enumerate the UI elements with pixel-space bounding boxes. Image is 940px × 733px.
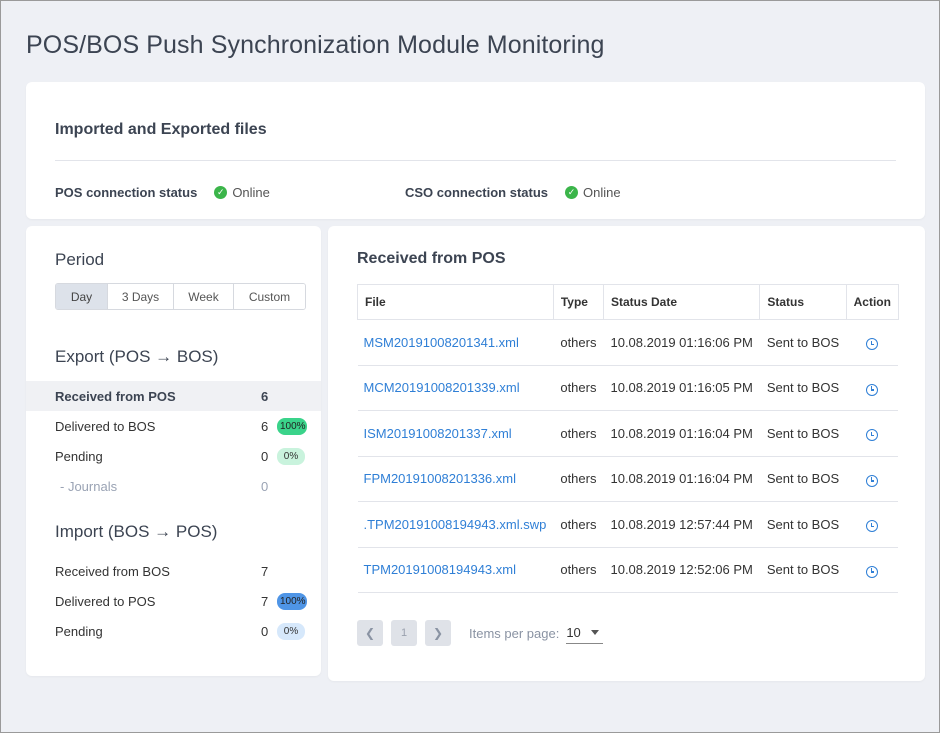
percent-badge: 100% [277,592,307,610]
export-received-row[interactable]: Received from POS 6 [26,381,321,411]
stat-value: 7 [261,593,269,609]
stat-label: Pending [55,448,103,464]
period-custom-button[interactable]: Custom [234,284,305,309]
file-link[interactable]: TPM20191008194943.xml [364,562,517,577]
file-link[interactable]: ISM20191008201337.xml [364,426,512,441]
type-cell: others [553,547,604,593]
files-table: File Type Status Date Status Action MSM2… [357,284,899,593]
stat-label: - Journals [60,478,118,494]
import-pending-row[interactable]: Pending 0 0% [26,616,321,646]
status-cell: Sent to BOS [759,410,847,457]
summary-title: Imported and Exported files [55,121,267,138]
import-delivered-row[interactable]: Delivered to POS 7 100% [26,586,321,616]
status-cell: Sent to BOS [759,501,847,548]
clock-icon[interactable] [866,338,879,351]
status-date-cell: 10.08.2019 12:57:44 PM [603,501,760,548]
type-cell: others [553,365,604,411]
stat-value: 0 [261,448,269,464]
stat-value: 6 [261,418,269,434]
import-title: Import (BOS → POS) [55,522,218,541]
items-per-page-label: Items per page: [469,625,560,641]
stat-value: 6 [261,388,269,404]
percent-badge: 100% [277,417,307,435]
table-row: MCM20191008201339.xml others 10.08.2019 … [357,365,899,411]
pos-connection-value: Online [232,185,270,200]
period-day-button[interactable]: Day [56,284,108,309]
pos-connection-status: POS connection status ✓ Online [55,185,270,200]
column-header-action: Action [845,284,899,320]
export-delivered-row[interactable]: Delivered to BOS 6 100% [26,411,321,441]
type-cell: others [553,319,604,366]
clock-icon[interactable] [866,474,879,487]
status-date-cell: 10.08.2019 01:16:06 PM [603,319,760,366]
stat-label: Pending [55,623,103,639]
type-cell: others [553,501,604,548]
page-title: POS/BOS Push Synchronization Module Moni… [26,31,605,59]
period-title: Period [55,250,105,269]
stat-value: 7 [261,563,269,579]
received-title: Received from POS [357,250,506,267]
stats-card: Period Day 3 Days Week Custom Export (PO… [26,226,321,676]
file-link[interactable]: MSM20191008201341.xml [364,335,519,350]
file-link[interactable]: MCM20191008201339.xml [364,380,520,395]
column-header-file[interactable]: File [357,284,554,320]
column-header-status[interactable]: Status [759,284,847,320]
clock-icon[interactable] [866,429,879,442]
table-row: TPM20191008194943.xml others 10.08.2019 … [357,547,899,593]
export-title: Export (POS → BOS) [55,347,219,366]
stat-label: Received from BOS [55,563,170,579]
table-row: ISM20191008201337.xml others 10.08.2019 … [357,410,899,457]
status-date-cell: 10.08.2019 01:16:04 PM [603,410,760,457]
import-received-row[interactable]: Received from BOS 7 [26,556,321,586]
divider [55,160,896,161]
status-cell: Sent to BOS [759,319,847,366]
export-pending-row[interactable]: Pending 0 0% [26,441,321,471]
next-page-button[interactable]: ❯ [425,620,451,646]
status-date-cell: 10.08.2019 01:16:04 PM [603,456,760,502]
file-link[interactable]: .TPM20191008194943.xml.swp [364,517,547,532]
items-per-page-select[interactable]: 10 [566,623,604,644]
file-link[interactable]: FPM20191008201336.xml [364,471,517,486]
cso-connection-status: CSO connection status ✓ Online [405,185,621,200]
percent-badge: 0% [277,622,305,640]
table-header-row: File Type Status Date Status Action [357,284,899,320]
pagination: ❮ 1 ❯ Items per page: 10 [357,620,604,646]
clock-icon[interactable] [866,520,879,533]
stat-label: Delivered to BOS [55,418,156,434]
summary-card: Imported and Exported files POS connecti… [26,82,925,219]
percent-badge: 0% [277,447,305,465]
stat-label: Received from POS [55,388,176,404]
stat-value: 0 [261,478,269,494]
type-cell: others [553,410,604,457]
table-row: .TPM20191008194943.xml.swp others 10.08.… [357,501,899,548]
chevron-down-icon [591,629,600,635]
table-row: FPM20191008201336.xml others 10.08.2019 … [357,456,899,502]
prev-page-button[interactable]: ❮ [357,620,383,646]
column-header-status-date[interactable]: Status Date [602,284,761,320]
files-card: Received from POS File Type Status Date … [328,226,925,681]
pos-connection-label: POS connection status [55,185,198,200]
items-per-page-value: 10 [566,624,581,640]
column-header-type[interactable]: Type [552,284,604,320]
status-cell: Sent to BOS [759,456,847,502]
export-journals-row[interactable]: - Journals 0 [26,471,321,501]
period-3days-button[interactable]: 3 Days [108,284,174,309]
stat-label: Delivered to POS [55,593,156,609]
type-cell: others [553,456,604,502]
period-week-button[interactable]: Week [174,284,234,309]
status-cell: Sent to BOS [759,547,847,593]
period-selector: Day 3 Days Week Custom [55,283,306,310]
clock-icon[interactable] [866,383,879,396]
status-date-cell: 10.08.2019 01:16:05 PM [603,365,760,411]
table-row: MSM20191008201341.xml others 10.08.2019 … [357,319,899,366]
stat-value: 0 [261,623,269,639]
clock-icon[interactable] [866,565,879,578]
page-number-button[interactable]: 1 [391,620,417,646]
status-cell: Sent to BOS [759,365,847,411]
check-icon: ✓ [214,186,228,199]
cso-connection-value: Online [583,185,621,200]
status-date-cell: 10.08.2019 12:52:06 PM [603,547,760,593]
cso-connection-label: CSO connection status [405,185,549,200]
check-icon: ✓ [565,186,579,199]
